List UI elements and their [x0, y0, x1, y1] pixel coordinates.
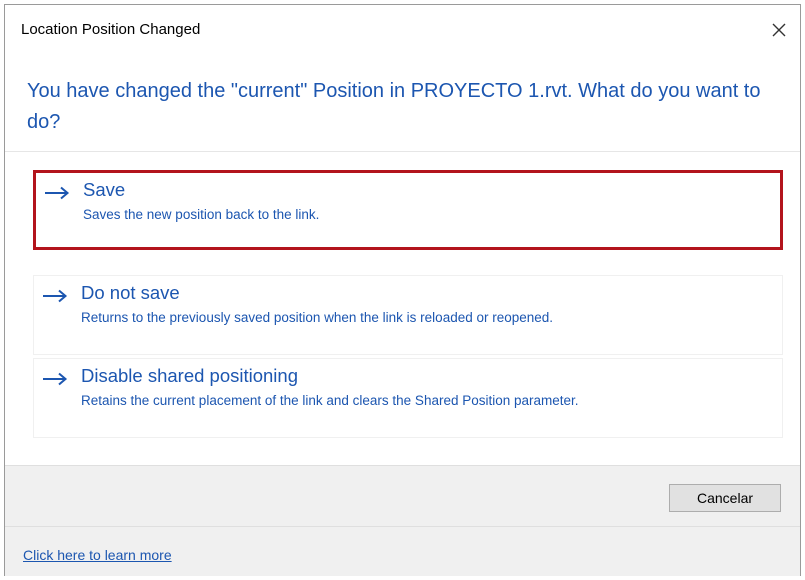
command-link-disable-shared-positioning[interactable]: Disable shared positioning Retains the c… — [33, 358, 783, 438]
command-link-do-not-save[interactable]: Do not save Returns to the previously sa… — [33, 275, 783, 355]
button-bar: Cancelar — [5, 465, 800, 526]
location-position-changed-dialog: Location Position Changed You have chang… — [4, 4, 801, 576]
command-label: Do not save — [81, 282, 180, 303]
title-bar: Location Position Changed — [5, 5, 800, 57]
main-instruction: You have changed the "current" Position … — [27, 80, 761, 133]
divider — [5, 151, 800, 152]
arrow-right-icon — [45, 186, 70, 200]
footer-bar: Click here to learn more — [5, 526, 800, 576]
arrow-right-icon — [43, 289, 68, 303]
command-label: Disable shared positioning — [81, 365, 298, 386]
cancel-button[interactable]: Cancelar — [669, 484, 781, 512]
command-description: Retains the current placement of the lin… — [81, 393, 579, 408]
command-label: Save — [83, 179, 126, 200]
dialog-title: Location Position Changed — [21, 21, 201, 38]
command-description: Saves the new position back to the link. — [83, 207, 320, 222]
command-link-save[interactable]: Save Saves the new position back to the … — [33, 170, 783, 250]
command-description: Returns to the previously saved position… — [81, 310, 554, 325]
close-icon — [772, 23, 786, 37]
learn-more-link[interactable]: Click here to learn more — [23, 547, 172, 563]
arrow-right-icon — [43, 372, 68, 386]
close-button[interactable] — [764, 15, 794, 45]
